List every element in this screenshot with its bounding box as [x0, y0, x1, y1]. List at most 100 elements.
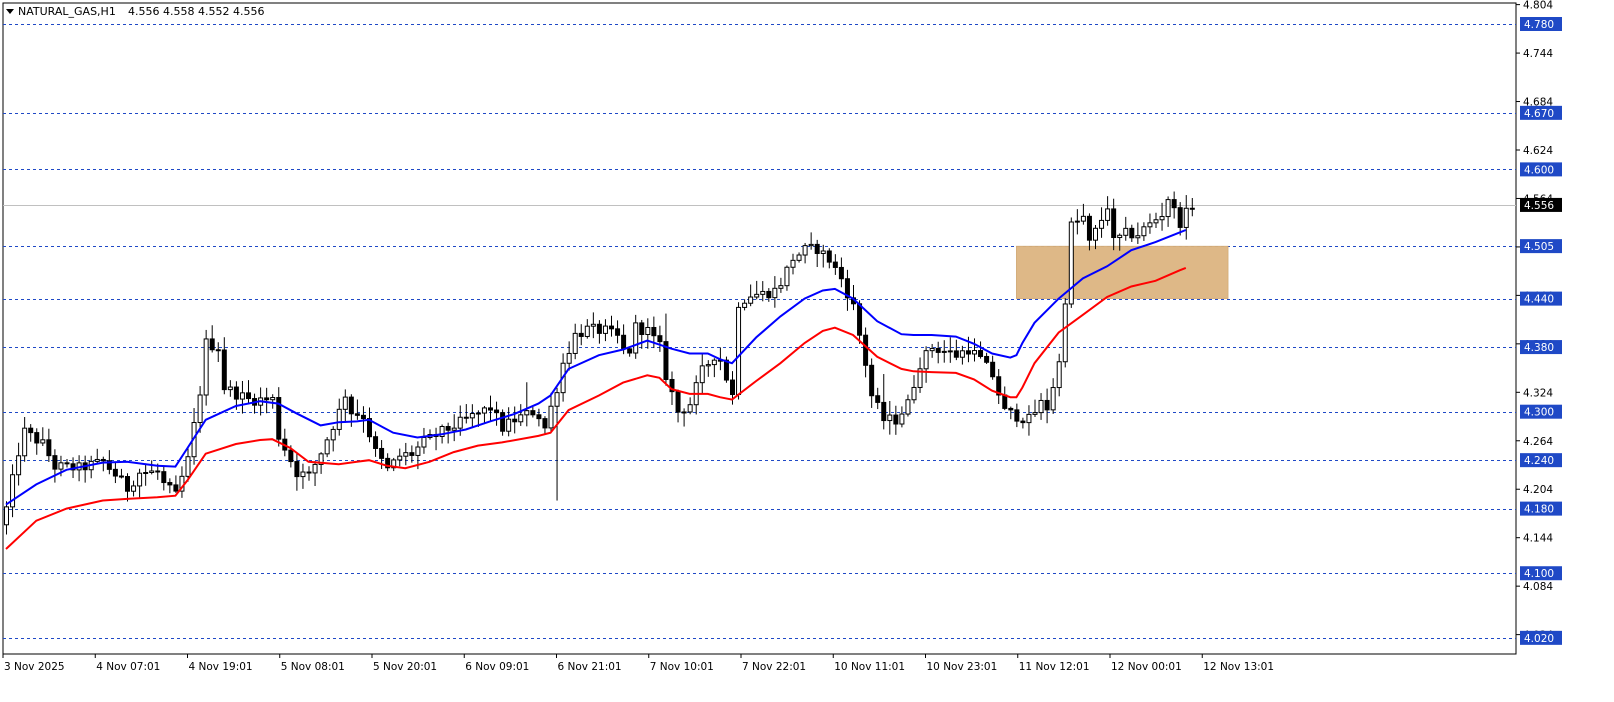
candle-down[interactable]: [536, 414, 542, 420]
candle-up[interactable]: [415, 446, 421, 456]
candle-up[interactable]: [784, 266, 790, 287]
candle-down[interactable]: [100, 458, 106, 462]
candle-down[interactable]: [354, 413, 360, 416]
candle-down[interactable]: [984, 355, 990, 363]
candle-down[interactable]: [869, 364, 875, 397]
candle-up[interactable]: [94, 458, 100, 462]
candle-up[interactable]: [451, 427, 457, 431]
candle-up[interactable]: [270, 397, 276, 401]
candle-down[interactable]: [1008, 407, 1014, 411]
candle-up[interactable]: [457, 416, 463, 429]
candle-down[interactable]: [578, 332, 584, 337]
candle-down[interactable]: [288, 449, 294, 463]
candle-down[interactable]: [155, 470, 161, 473]
candle-up[interactable]: [149, 470, 155, 474]
candle-up[interactable]: [1183, 207, 1189, 228]
candle-down[interactable]: [814, 243, 820, 254]
candle-up[interactable]: [687, 404, 693, 413]
candle-down[interactable]: [1020, 420, 1026, 424]
candle-up[interactable]: [947, 350, 953, 353]
candle-down[interactable]: [494, 409, 500, 414]
candle-down[interactable]: [766, 290, 772, 299]
candle-up[interactable]: [929, 347, 935, 352]
candle-up[interactable]: [941, 350, 947, 353]
candle-down[interactable]: [675, 391, 681, 413]
candle-down[interactable]: [64, 462, 70, 465]
candle-up[interactable]: [602, 325, 608, 334]
candle-up[interactable]: [312, 463, 318, 474]
candle-down[interactable]: [373, 436, 379, 449]
candle-up[interactable]: [923, 350, 929, 370]
candle-down[interactable]: [294, 461, 300, 478]
candle-up[interactable]: [796, 254, 802, 261]
candle-up[interactable]: [1080, 215, 1086, 222]
candle-up[interactable]: [736, 306, 742, 396]
candle-down[interactable]: [1111, 208, 1117, 239]
candle-up[interactable]: [4, 506, 9, 526]
candle-down[interactable]: [893, 414, 899, 425]
candle-up[interactable]: [481, 407, 487, 414]
candle-down[interactable]: [627, 348, 633, 354]
candle-down[interactable]: [826, 250, 832, 263]
candle-up[interactable]: [227, 386, 233, 391]
candle-down[interactable]: [857, 303, 863, 336]
candle-up[interactable]: [554, 392, 560, 407]
candle-down[interactable]: [723, 359, 729, 381]
candle-down[interactable]: [651, 326, 657, 337]
candle-down[interactable]: [863, 334, 869, 366]
candle-up[interactable]: [681, 411, 687, 414]
candle-down[interactable]: [445, 426, 451, 431]
candle-up[interactable]: [590, 323, 596, 327]
candle-up[interactable]: [1032, 412, 1038, 415]
candle-down[interactable]: [46, 439, 52, 457]
candle-down[interactable]: [832, 261, 838, 268]
candle-up[interactable]: [566, 352, 572, 364]
candle-down[interactable]: [730, 379, 735, 396]
candle-up[interactable]: [790, 259, 796, 268]
candle-down[interactable]: [463, 416, 469, 419]
candle-down[interactable]: [875, 395, 881, 403]
candle-up[interactable]: [1153, 219, 1159, 224]
candle-up[interactable]: [421, 437, 427, 448]
candle-up[interactable]: [336, 408, 342, 430]
candle-up[interactable]: [972, 350, 977, 355]
candle-down[interactable]: [167, 482, 173, 486]
candle-down[interactable]: [990, 361, 996, 378]
candle-down[interactable]: [233, 386, 239, 400]
candle-up[interactable]: [572, 332, 578, 354]
candle-up[interactable]: [524, 410, 530, 416]
candle-down[interactable]: [221, 349, 227, 391]
candle-down[interactable]: [530, 410, 536, 416]
candle-down[interactable]: [1002, 394, 1008, 409]
candle-down[interactable]: [639, 322, 645, 336]
candle-up[interactable]: [899, 413, 905, 425]
candle-down[interactable]: [1189, 207, 1195, 210]
candle-up[interactable]: [911, 386, 917, 401]
candle-down[interactable]: [1086, 215, 1092, 241]
candle-up[interactable]: [633, 322, 639, 354]
candle-up[interactable]: [772, 287, 778, 299]
candle-down[interactable]: [161, 471, 167, 484]
candle-down[interactable]: [1177, 207, 1183, 228]
candle-down[interactable]: [215, 349, 221, 352]
candle-up[interactable]: [40, 439, 46, 444]
candle-up[interactable]: [808, 243, 814, 247]
candle-up[interactable]: [748, 296, 754, 304]
candle-down[interactable]: [500, 412, 506, 432]
candle-down[interactable]: [360, 414, 366, 420]
candle-down[interactable]: [52, 455, 58, 470]
candle-up[interactable]: [16, 455, 22, 476]
candle-down[interactable]: [209, 338, 215, 351]
candle-down[interactable]: [978, 350, 984, 357]
candle-up[interactable]: [905, 399, 911, 415]
candle-up[interactable]: [239, 392, 245, 400]
candle-up[interactable]: [131, 485, 137, 492]
candle-up[interactable]: [1099, 219, 1105, 229]
candle-up[interactable]: [1038, 399, 1044, 414]
candle-up[interactable]: [645, 326, 651, 336]
chevron-down-icon[interactable]: [6, 9, 14, 14]
candle-up[interactable]: [1050, 387, 1056, 411]
candle-up[interactable]: [1123, 227, 1129, 236]
candle-up[interactable]: [203, 338, 209, 396]
candle-up[interactable]: [137, 472, 143, 487]
